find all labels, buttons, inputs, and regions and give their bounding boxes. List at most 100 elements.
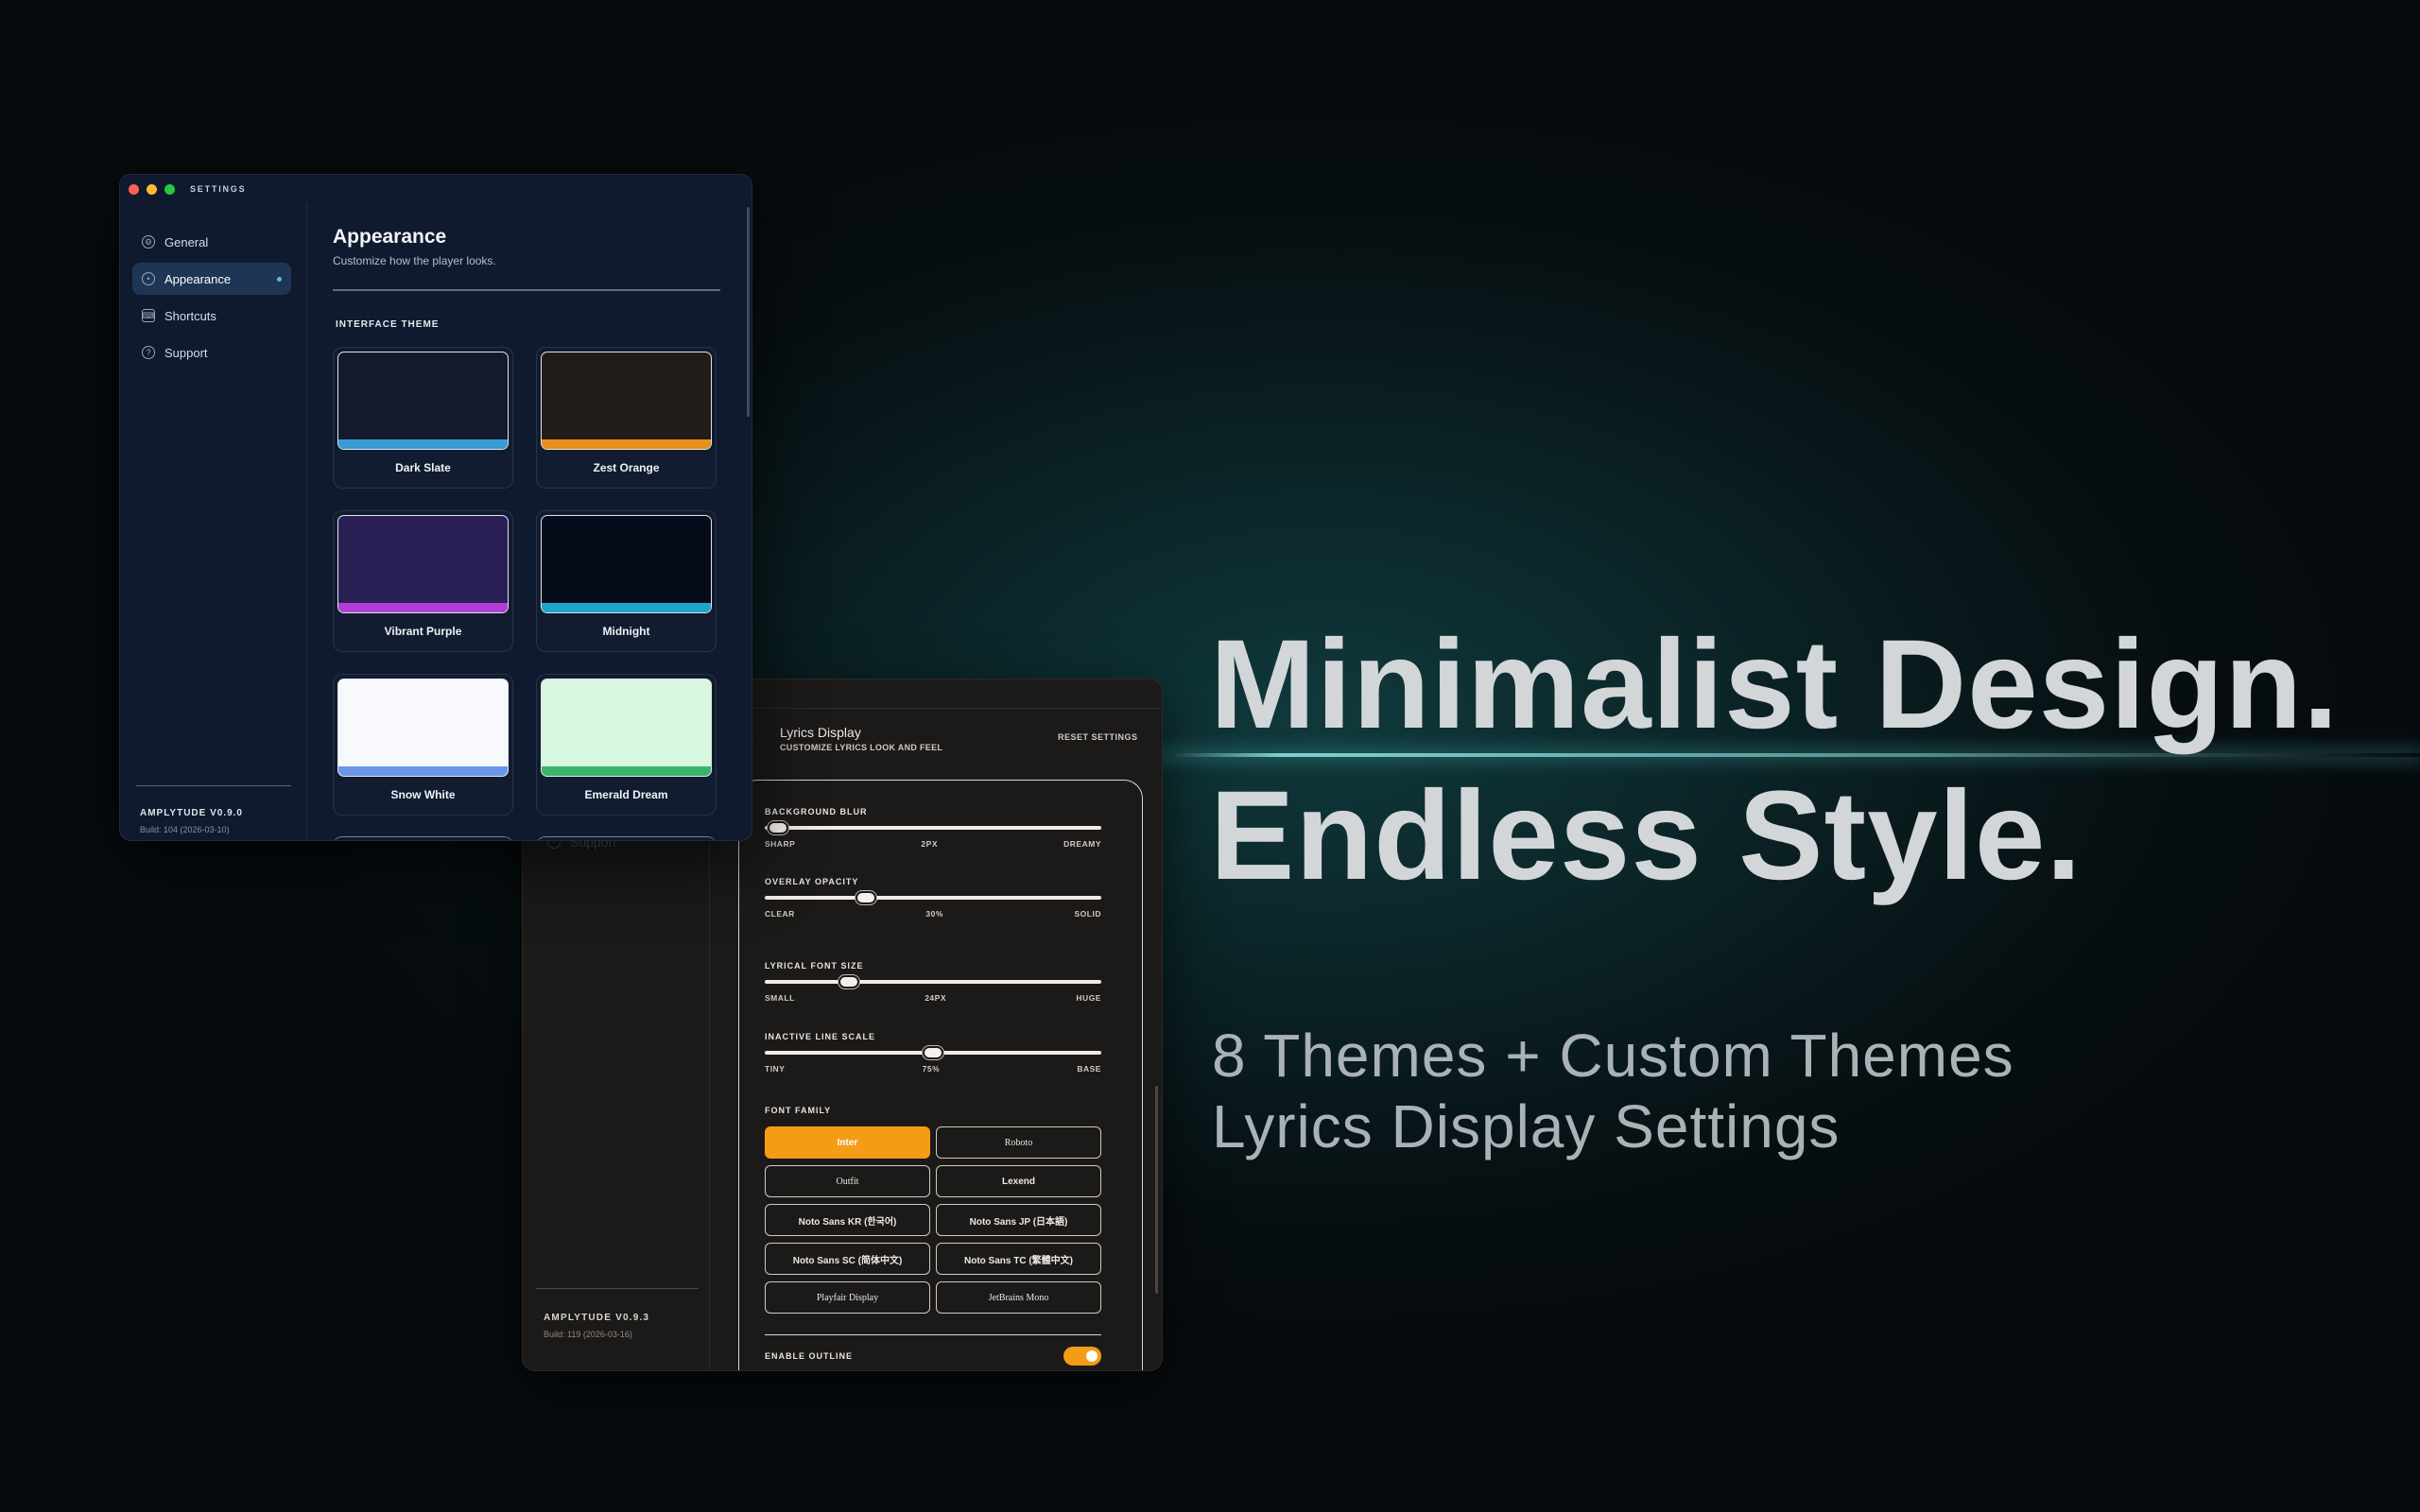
- slider-label: OVERLAY OPACITY: [765, 877, 859, 886]
- theme-preview: [541, 515, 712, 613]
- header-divider: [710, 708, 1162, 709]
- slider-min-label: SMALL: [765, 993, 795, 1003]
- sidebar-divider: [536, 1288, 699, 1289]
- sidebar-item-general[interactable]: ⚙ General: [132, 226, 291, 258]
- theme-name: Midnight: [602, 625, 650, 638]
- slider-label: LYRICAL FONT SIZE: [765, 961, 864, 971]
- zoom-window-button[interactable]: [164, 184, 175, 195]
- sidebar-item-label: Appearance: [164, 271, 232, 286]
- slider-track[interactable]: [765, 891, 1101, 904]
- theme-card-dark-slate[interactable]: Dark Slate: [333, 347, 513, 489]
- slider-value-label: 24PX: [925, 993, 946, 1003]
- reset-settings-button[interactable]: RESET SETTINGS: [1058, 732, 1138, 742]
- hero-tagline-line1: 8 Themes + Custom Themes: [1212, 1022, 2014, 1090]
- theme-preview: [541, 352, 712, 450]
- slider-thumb[interactable]: [855, 891, 876, 904]
- theme-accent-bar: [338, 603, 508, 612]
- slider-track[interactable]: [765, 821, 1101, 834]
- theme-card-zest-orange[interactable]: Zest Orange: [536, 347, 717, 489]
- hero-headline-line1: Minimalist Design.: [1210, 614, 2340, 755]
- slider-min-label: SHARP: [765, 839, 796, 849]
- minimize-window-button[interactable]: [147, 184, 157, 195]
- theme-accent-bar: [542, 603, 711, 612]
- slider-value-label: 2PX: [921, 839, 938, 849]
- slider-thumb[interactable]: [768, 821, 789, 834]
- font-option-noto-sans-tc[interactable]: Noto Sans TC (繁體中文): [936, 1243, 1101, 1275]
- slider-min-label: CLEAR: [765, 909, 795, 919]
- font-option-inter[interactable]: Inter: [765, 1126, 930, 1159]
- theme-card-partial[interactable]: [333, 836, 513, 840]
- palette-icon: •: [142, 272, 155, 285]
- sidebar-divider: [136, 785, 291, 786]
- font-option-outfit[interactable]: Outfit: [765, 1165, 930, 1197]
- help-circle-icon: ?: [142, 346, 155, 359]
- theme-name: Zest Orange: [593, 461, 660, 474]
- page-subtitle: Customize how the player looks.: [333, 254, 496, 267]
- page-subtitle: CUSTOMIZE LYRICS LOOK AND FEEL: [780, 743, 943, 752]
- sidebar-item-appearance[interactable]: • Appearance: [132, 263, 291, 295]
- slider-overlay-opacity: OVERLAY OPACITY CLEAR 30% SOLID: [765, 877, 1101, 919]
- theme-name: Emerald Dream: [584, 788, 668, 801]
- slider-value-label: 30%: [925, 909, 943, 919]
- font-option-roboto[interactable]: Roboto: [936, 1126, 1101, 1159]
- font-option-noto-sans-sc[interactable]: Noto Sans SC (简体中文): [765, 1243, 930, 1275]
- scrollbar[interactable]: [747, 207, 750, 417]
- slider-label: BACKGROUND BLUR: [765, 807, 868, 816]
- slider-min-label: TINY: [765, 1064, 786, 1074]
- slider-inactive-line-scale: INACTIVE LINE SCALE TINY 75% BASE: [765, 1032, 1101, 1074]
- theme-name: Dark Slate: [395, 461, 451, 474]
- build-info: Build: 104 (2026-03-10): [140, 825, 230, 834]
- slider-lyrical-font-size: LYRICAL FONT SIZE SMALL 24PX HUGE: [765, 961, 1101, 1003]
- slider-scale: CLEAR 30% SOLID: [765, 909, 1101, 919]
- theme-accent-bar: [338, 766, 508, 776]
- font-option-noto-sans-jp[interactable]: Noto Sans JP (日本語): [936, 1204, 1101, 1236]
- header-divider: [333, 289, 720, 291]
- close-window-button[interactable]: [129, 184, 139, 195]
- slider-scale: SHARP 2PX DREAMY: [765, 839, 1101, 849]
- theme-preview: [337, 679, 509, 777]
- slider-label: INACTIVE LINE SCALE: [765, 1032, 876, 1041]
- font-option-playfair-display[interactable]: Playfair Display: [765, 1281, 930, 1314]
- slider-value-label: 75%: [922, 1064, 941, 1074]
- slider-thumb[interactable]: [923, 1046, 943, 1059]
- font-family-label: FONT FAMILY: [765, 1106, 832, 1115]
- font-option-lexend[interactable]: Lexend: [936, 1165, 1101, 1197]
- theme-card-partial[interactable]: [536, 836, 717, 840]
- slider-track[interactable]: [765, 1046, 1101, 1059]
- slider-track[interactable]: [765, 975, 1101, 988]
- slider-background-blur: BACKGROUND BLUR SHARP 2PX DREAMY: [765, 807, 1101, 849]
- theme-card-vibrant-purple[interactable]: Vibrant Purple: [333, 510, 513, 652]
- sidebar-item-label: General: [164, 234, 209, 249]
- hero-headline-line2: Endless Style.: [1210, 765, 2083, 906]
- slider-max-label: HUGE: [1076, 993, 1101, 1003]
- hero-tagline-line2: Lyrics Display Settings: [1212, 1092, 1841, 1160]
- sidebar-item-label: Support: [164, 345, 208, 360]
- build-info: Build: 119 (2026-03-16): [544, 1330, 632, 1339]
- sidebar-item-shortcuts[interactable]: ⌨ Shortcuts: [132, 300, 291, 332]
- enable-outline-label: ENABLE OUTLINE: [765, 1351, 854, 1361]
- app-version: AMPLYTUDE V0.9.0: [140, 808, 243, 818]
- font-family-grid: Inter Roboto Outfit Lexend Noto Sans KR (한국어…: [765, 1126, 1101, 1314]
- slider-max-label: SOLID: [1074, 909, 1101, 919]
- slider-max-label: BASE: [1077, 1064, 1101, 1074]
- scrollbar[interactable]: [1155, 1086, 1158, 1294]
- font-option-jetbrains-mono[interactable]: JetBrains Mono: [936, 1281, 1101, 1314]
- theme-preview: [337, 515, 509, 613]
- theme-card-midnight[interactable]: Midnight: [536, 510, 717, 652]
- page-title: Appearance: [333, 226, 447, 248]
- enable-outline-toggle[interactable]: [1063, 1347, 1101, 1366]
- theme-name: Vibrant Purple: [384, 625, 462, 638]
- theme-card-emerald-dream[interactable]: Emerald Dream: [536, 674, 717, 816]
- slider-thumb[interactable]: [838, 975, 859, 988]
- theme-card-snow-white[interactable]: Snow White: [333, 674, 513, 816]
- slider-max-label: DREAMY: [1063, 839, 1101, 849]
- theme-preview: [337, 352, 509, 450]
- theme-accent-bar: [338, 439, 508, 449]
- sidebar-item-support[interactable]: ? Support: [132, 336, 291, 369]
- sidebar-item-label: Shortcuts: [164, 308, 216, 323]
- title-bar: SETTINGS: [120, 175, 752, 201]
- window-title: SETTINGS: [190, 184, 247, 194]
- slider-scale: SMALL 24PX HUGE: [765, 993, 1101, 1003]
- font-option-noto-sans-kr[interactable]: Noto Sans KR (한국어): [765, 1204, 930, 1236]
- theme-accent-bar: [542, 439, 711, 449]
